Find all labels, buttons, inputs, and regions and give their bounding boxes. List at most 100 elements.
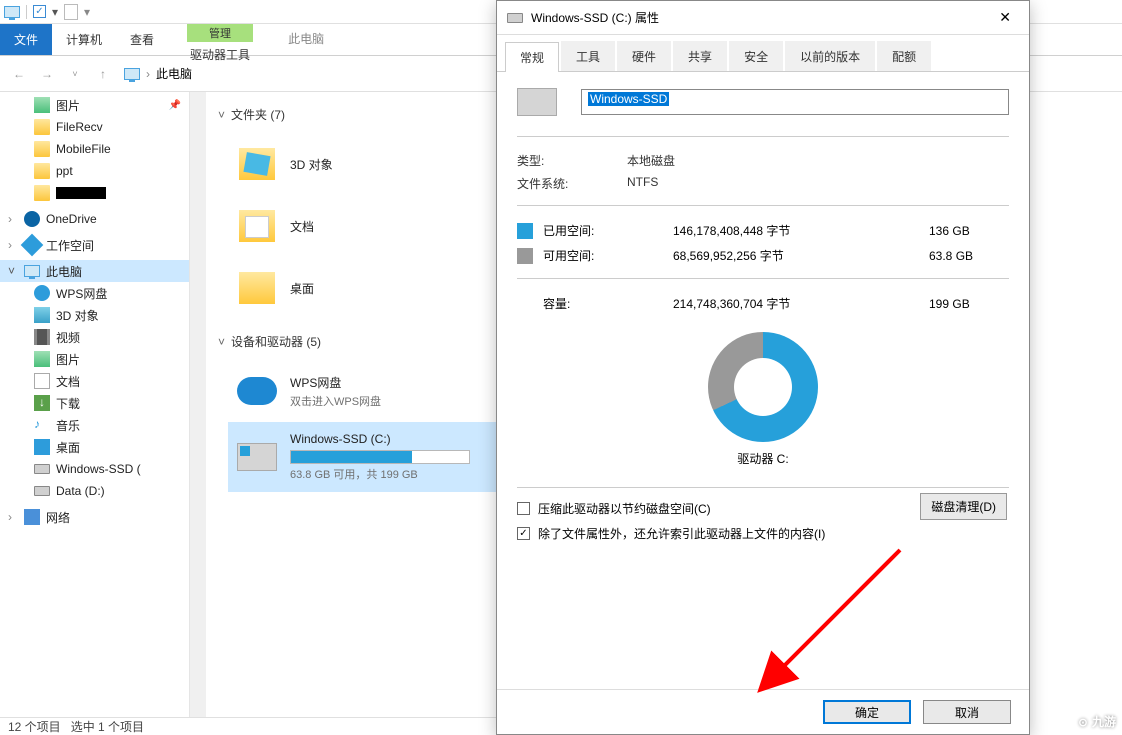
tab-general[interactable]: 常规 [505,42,559,72]
documents-icon [34,373,50,389]
sidebar-pictures2[interactable]: 图片 [0,348,189,370]
sidebar-desktop[interactable]: 桌面 [0,436,189,458]
pin-icon: 📌 [169,100,181,111]
device-wps[interactable]: WPS网盘双击进入WPS网盘 [228,360,508,422]
drive-label: 驱动器 C: [517,450,1009,467]
close-button[interactable]: ✕ [991,5,1019,30]
objects3d-icon [34,307,50,323]
used-gb: 136 GB [929,224,1009,238]
dialog-titlebar[interactable]: Windows-SSD (C:) 属性 ✕ [497,1,1029,35]
view-tab[interactable]: 查看 [116,24,168,55]
sidebar-scrollbar[interactable] [190,92,206,717]
dialog-body: Windows-SSD 类型:本地磁盘 文件系统:NTFS 已用空间: 146,… [497,72,1029,558]
compress-label: 压缩此驱动器以节约磁盘空间(C) [538,500,711,517]
used-label: 已用空间: [543,222,623,239]
network-icon [24,509,40,525]
sidebar-music[interactable]: ♪音乐 [0,414,189,436]
collapse-icon[interactable]: ˅ [8,264,18,278]
tab-hardware[interactable]: 硬件 [617,41,671,71]
chevron-right-icon: › [146,67,150,81]
sidebar-item-pictures[interactable]: 图片📌 [0,94,189,116]
sidebar-ssd[interactable]: Windows-SSD ( [0,458,189,480]
sidebar-thispc[interactable]: ˅此电脑 [0,260,189,282]
sidebar-data[interactable]: Data (D:) [0,480,189,502]
expand-icon[interactable]: › [8,212,18,226]
folder-icon [236,267,278,309]
objects3d-icon [236,143,278,185]
filesystem-value: NTFS [627,175,658,192]
cloud-icon [24,211,40,227]
checkbox-unchecked-icon[interactable] [517,502,530,515]
back-button[interactable]: ← [8,63,30,85]
breadcrumb-root[interactable]: 此电脑 [156,65,192,82]
tab-sharing[interactable]: 共享 [673,41,727,71]
checkbox-icon[interactable]: ✓ [33,5,46,18]
checkbox-checked-icon[interactable]: ✓ [517,527,530,540]
ok-button[interactable]: 确定 [823,700,911,724]
sidebar-docs[interactable]: 文档 [0,370,189,392]
qat-more-icon[interactable]: ▾ [84,5,90,19]
thispc-icon [124,68,140,80]
sidebar-3dobjects[interactable]: 3D 对象 [0,304,189,326]
tab-quota[interactable]: 配额 [877,41,931,71]
dialog-tabs: 常规 工具 硬件 共享 安全 以前的版本 配额 [497,35,1029,72]
cloud-icon [34,285,50,301]
index-checkbox-row[interactable]: ✓ 除了文件属性外，还允许索引此驱动器上文件的内容(I) [517,525,1009,542]
cloud-icon [236,370,278,412]
up-button[interactable]: ↑ [92,63,114,85]
expand-icon[interactable]: › [8,510,18,524]
sidebar-item-filerecv[interactable]: FileRecv [0,116,189,138]
folder-3dobjects[interactable]: 3D 对象 [228,133,508,195]
new-doc-icon[interactable] [64,4,78,20]
index-label: 除了文件属性外，还允许索引此驱动器上文件的内容(I) [538,525,825,542]
sidebar-onedrive[interactable]: ›OneDrive [0,208,189,230]
window-title: 此电脑 [278,24,334,55]
tab-security[interactable]: 安全 [729,41,783,71]
folder-icon [34,163,50,179]
expand-icon[interactable]: › [8,238,18,252]
manage-contextual-label: 管理 [187,24,253,42]
sidebar-item-ppt[interactable]: ppt [0,160,189,182]
video-icon [34,329,50,345]
drive-icon [34,464,50,474]
tab-tools[interactable]: 工具 [561,41,615,71]
downloads-icon: ↓ [34,395,50,411]
item-count: 12 个项目 [8,718,61,735]
folder-desktop[interactable]: 桌面 [228,257,508,319]
device-ssd[interactable]: Windows-SSD (C:) 63.8 GB 可用，共 199 GB [228,422,508,492]
watermark: ⊙ 九游 [1078,713,1116,731]
drive-icon [236,436,278,478]
type-value: 本地磁盘 [627,152,675,169]
tab-previous[interactable]: 以前的版本 [785,41,875,71]
sidebar-video[interactable]: 视频 [0,326,189,348]
drive-icon [517,88,557,116]
sidebar-network[interactable]: ›网络 [0,506,189,528]
capacity-gb: 199 GB [929,297,1009,311]
sidebar-item-redacted[interactable] [0,182,189,204]
file-tab[interactable]: 文件 [0,24,52,55]
used-swatch [517,223,533,239]
sidebar-workspace[interactable]: ›工作空间 [0,234,189,256]
recent-dropdown[interactable]: ˅ [64,63,86,85]
sidebar-wps[interactable]: WPS网盘 [0,282,189,304]
selection-count: 选中 1 个项目 [71,718,144,735]
usage-donut [708,332,818,442]
collapse-icon[interactable]: ˅ [218,335,225,349]
free-label: 可用空间: [543,247,623,264]
dialog-title: Windows-SSD (C:) 属性 [531,9,659,26]
sidebar-downloads[interactable]: ↓下载 [0,392,189,414]
folder-documents[interactable]: 文档 [228,195,508,257]
forward-button[interactable]: → [36,63,58,85]
computer-tab[interactable]: 计算机 [52,24,116,55]
separator [26,5,27,19]
volume-name-input[interactable]: Windows-SSD [581,89,1009,115]
dialog-buttons: 确定 取消 [497,689,1029,734]
sidebar-item-mobilefile[interactable]: MobileFile [0,138,189,160]
disk-cleanup-button[interactable]: 磁盘清理(D) [920,493,1007,520]
status-bar: 12 个项目 选中 1 个项目 [0,717,500,735]
free-bytes: 68,569,952,256 字节 [633,247,919,264]
cancel-button[interactable]: 取消 [923,700,1011,724]
manage-group: 管理 驱动器工具 [182,24,258,55]
collapse-icon[interactable]: ˅ [218,108,225,122]
qat-dropdown-icon[interactable]: ▾ [52,5,58,19]
